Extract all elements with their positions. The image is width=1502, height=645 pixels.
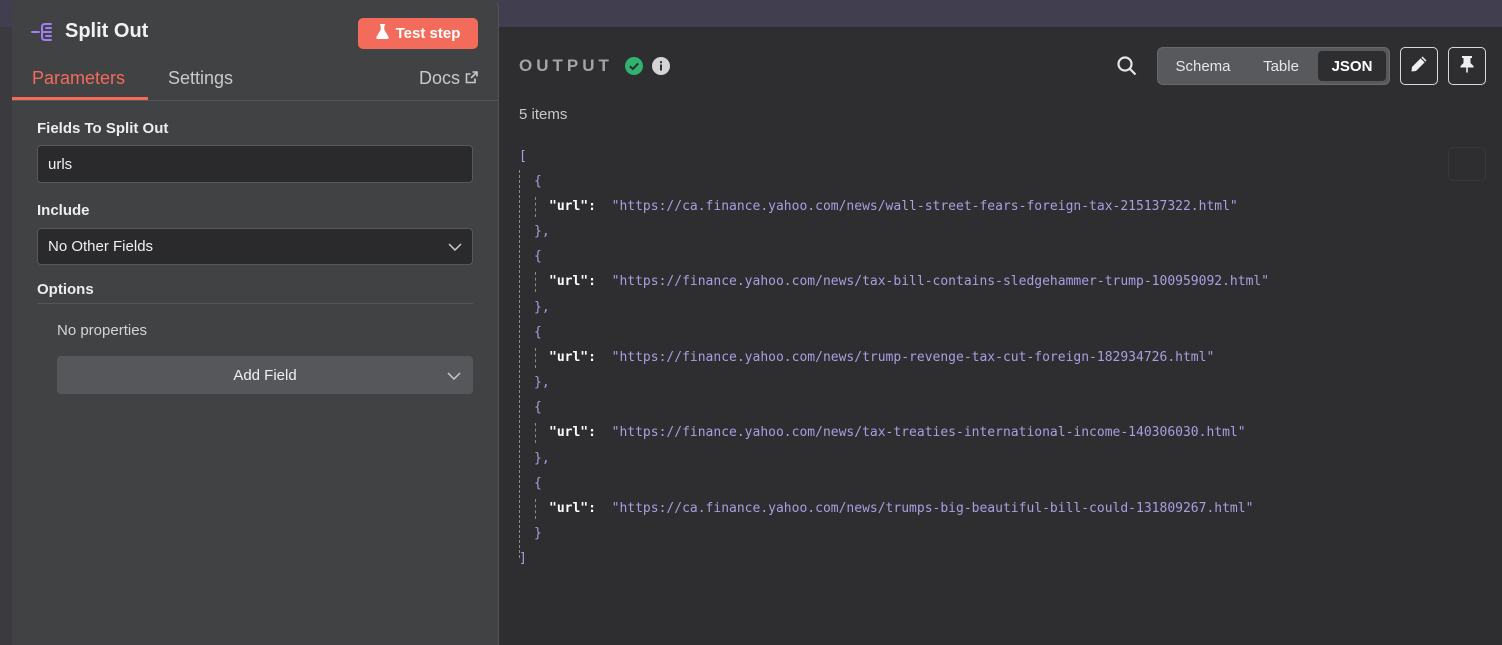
output-title: OUTPUT	[519, 56, 613, 75]
node-title: Split Out	[65, 20, 149, 42]
json-url-value[interactable]: "https://ca.finance.yahoo.com/news/trump…	[612, 501, 1254, 516]
pin-icon	[1459, 55, 1475, 78]
node-parameters-panel: Split Out Test step Parameters Settings …	[12, 0, 499, 645]
json-indent-guide	[535, 348, 536, 368]
json-url-value[interactable]: "https://finance.yahoo.com/news/trump-re…	[612, 350, 1215, 365]
docs-label: Docs	[418, 68, 460, 88]
json-close-brace: },	[534, 375, 550, 390]
no-properties-text: No properties	[57, 322, 148, 339]
json-open-brace: {	[534, 325, 542, 340]
json-entry: "url": "https://finance.yahoo.com/news/t…	[549, 349, 1214, 367]
json-open-brace: {	[534, 476, 542, 491]
json-close-brace: },	[534, 451, 550, 466]
json-close-brace: }	[534, 526, 542, 541]
json-url-value[interactable]: "https://finance.yahoo.com/news/tax-trea…	[612, 425, 1246, 440]
json-close-array: ]	[519, 551, 527, 566]
fields-to-split-out-label: Fields To Split Out	[37, 120, 169, 137]
json-indent-guide	[535, 499, 536, 519]
node-header: Split Out Test step	[12, 0, 498, 60]
json-key: "url":	[549, 425, 596, 440]
copy-output-button[interactable]	[1448, 147, 1486, 181]
json-entry: "url": "https://ca.finance.yahoo.com/new…	[549, 500, 1253, 518]
include-select[interactable]: No Other Fields	[37, 228, 473, 265]
json-close-brace: },	[534, 300, 550, 315]
json-entry: "url": "https://finance.yahoo.com/news/t…	[549, 424, 1246, 442]
chevron-down-icon	[448, 238, 462, 255]
json-key: "url":	[549, 501, 596, 516]
split-out-icon	[31, 21, 55, 43]
json-key: "url":	[549, 350, 596, 365]
items-count: 5 items	[519, 106, 568, 123]
edit-output-button[interactable]	[1400, 47, 1438, 85]
chevron-down-icon	[447, 367, 461, 384]
output-view-switch: Schema Table JSON	[1157, 47, 1390, 85]
json-entry: "url": "https://finance.yahoo.com/news/t…	[549, 273, 1269, 291]
canvas-left-gutter	[0, 27, 12, 645]
flask-icon	[375, 24, 389, 43]
json-key: "url":	[549, 199, 596, 214]
json-open-array: [	[519, 149, 527, 164]
tab-parameters[interactable]: Parameters	[32, 68, 125, 99]
json-open-brace: {	[534, 249, 542, 264]
json-entry: "url": "https://ca.finance.yahoo.com/new…	[549, 198, 1238, 216]
search-icon[interactable]	[1116, 55, 1138, 77]
info-icon[interactable]	[652, 57, 670, 80]
json-key: "url":	[549, 274, 596, 289]
tab-settings[interactable]: Settings	[168, 68, 233, 99]
json-open-brace: {	[534, 400, 542, 415]
test-step-button[interactable]: Test step	[358, 18, 478, 49]
json-url-value[interactable]: "https://finance.yahoo.com/news/tax-bill…	[612, 274, 1269, 289]
json-indent-guide	[535, 197, 536, 217]
pin-output-button[interactable]	[1448, 47, 1486, 85]
json-url-value[interactable]: "https://ca.finance.yahoo.com/news/wall-…	[612, 199, 1238, 214]
view-schema-button[interactable]: Schema	[1162, 51, 1244, 81]
pencil-icon	[1410, 55, 1428, 78]
external-link-icon	[465, 68, 478, 89]
docs-link[interactable]: Docs	[419, 68, 478, 89]
test-step-label: Test step	[395, 25, 461, 42]
fields-to-split-out-value: urls	[48, 155, 73, 173]
add-field-label: Add Field	[233, 366, 297, 384]
view-json-button[interactable]: JSON	[1318, 51, 1386, 81]
include-value: No Other Fields	[48, 238, 154, 255]
json-close-brace: },	[534, 224, 550, 239]
include-label: Include	[37, 202, 90, 219]
fields-to-split-out-input[interactable]: urls	[37, 145, 473, 183]
json-indent-guide	[535, 423, 536, 443]
options-label: Options	[37, 281, 94, 298]
json-indent-guide	[519, 170, 520, 558]
json-open-brace: {	[534, 174, 542, 189]
view-table-button[interactable]: Table	[1244, 51, 1318, 81]
active-tab-indicator	[12, 97, 148, 100]
json-indent-guide	[535, 272, 536, 292]
options-divider	[37, 303, 473, 304]
add-field-button[interactable]: Add Field	[57, 356, 473, 394]
success-check-icon	[625, 57, 643, 80]
